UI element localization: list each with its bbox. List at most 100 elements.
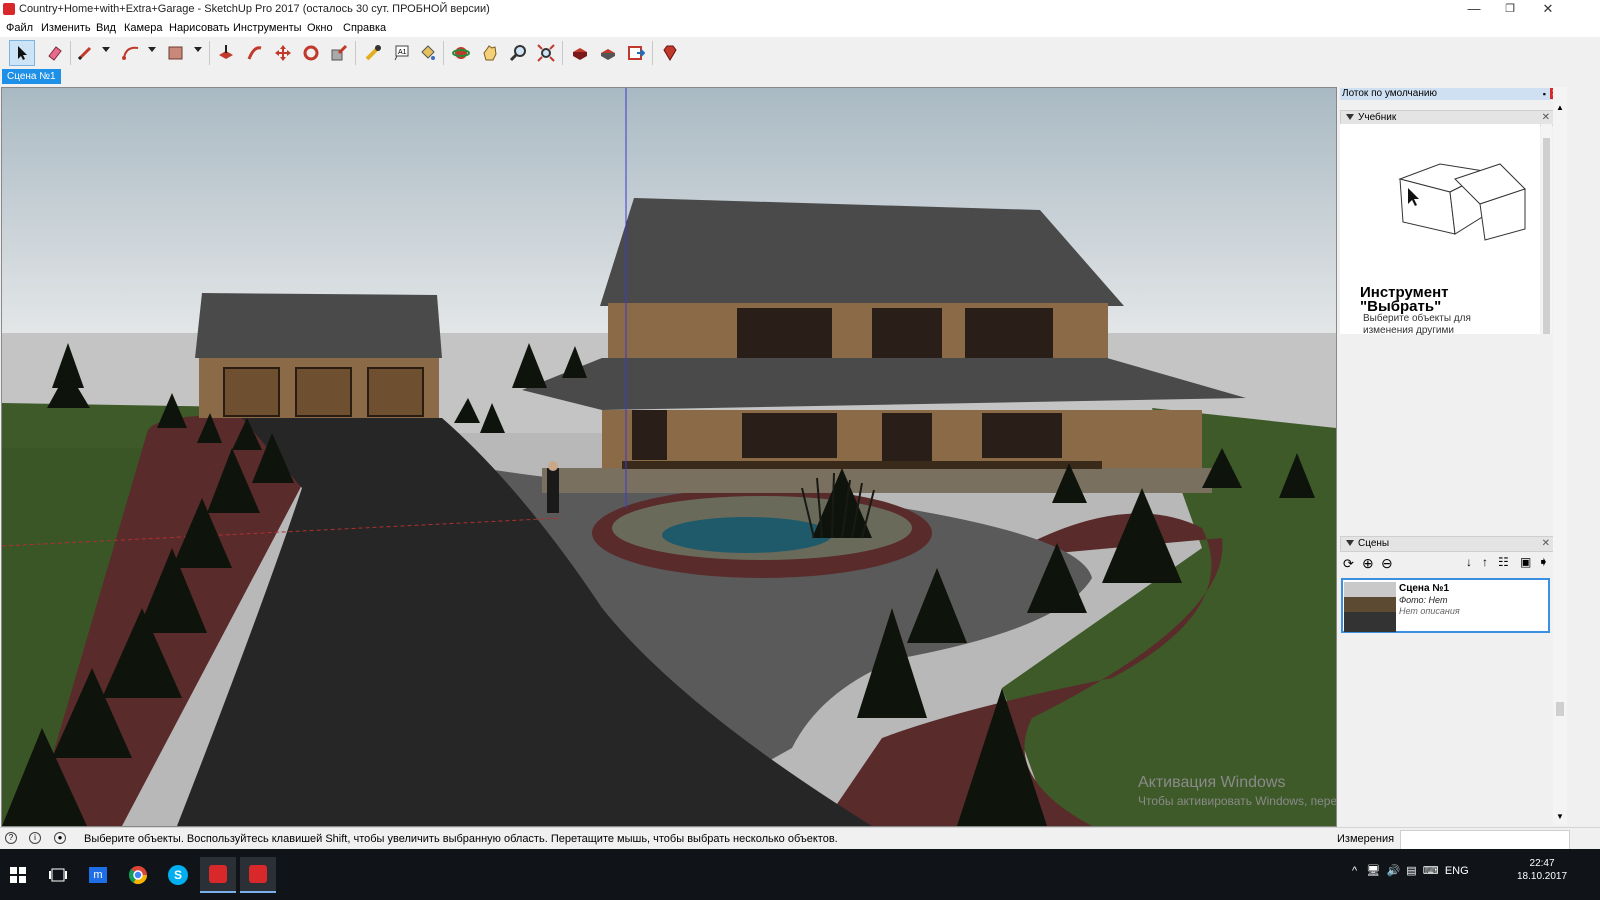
collapse-triangle-icon [1346,539,1354,546]
windows-start-icon[interactable] [0,857,36,893]
scroll-thumb[interactable] [1556,702,1564,716]
instructor-close-icon[interactable]: ✕ [1542,111,1550,125]
model-viewport[interactable]: Активация Windows Чтобы активировать Win… [1,87,1337,827]
sketchup-taskbar-icon[interactable] [200,857,236,893]
move-icon[interactable] [271,41,295,65]
orbit-icon[interactable] [449,41,473,65]
credits-icon[interactable]: i [29,832,41,844]
menu-tools[interactable]: Инструменты [233,22,302,34]
language-indicator[interactable]: ENG [1445,865,1469,877]
scene-thumbnail [1344,582,1396,632]
store-app-icon[interactable]: m [80,857,116,893]
select-tool-illustration [1398,163,1526,241]
pencil-line-icon[interactable] [73,41,97,65]
ruby-icon[interactable] [658,41,682,65]
user-account-icon[interactable]: ● [54,832,66,844]
menu-help[interactable]: Справка [343,22,386,34]
scenes-toolbar: ⟳ ⊕ ⊖ ↓ ↑ ☷ ▣ ➧ [1340,553,1552,573]
measurements-input[interactable] [1400,830,1570,850]
tray-title: Лоток по умолчанию [1342,88,1437,99]
system-tray: ^ 🖥 🔊 ▤ ⌨ ENG [1352,864,1469,877]
collapse-triangle-icon [1346,113,1354,120]
scene-name: Сцена №1 [1399,583,1450,594]
restore-button[interactable]: ❐ [1492,0,1528,20]
scroll-up-icon[interactable]: ▲ [1556,103,1564,112]
view-options-icon[interactable]: ☷ [1498,555,1509,569]
instructor-tool-title: Инструмент "Выбрать" [1360,284,1449,315]
move-scene-down-icon[interactable]: ↓ [1466,555,1472,569]
remove-scene-icon[interactable]: ⊖ [1381,555,1393,572]
shape-dropdown-icon[interactable] [194,47,202,52]
keyboard-icon[interactable]: ⌨ [1423,865,1439,877]
scene-photo-info: Фото: Нет [1399,595,1448,605]
scene-description: Нет описания [1399,606,1460,616]
scene-list-item[interactable]: Сцена №1 Фото: Нет Нет описания [1341,578,1550,633]
geo-location-icon[interactable]: ? [5,832,17,844]
scale-icon[interactable] [327,41,351,65]
menu-file[interactable]: Файл [6,22,33,34]
sketchup-taskbar-icon-2[interactable] [240,857,276,893]
volume-icon[interactable]: 🔊 [1386,865,1400,877]
line-dropdown-icon[interactable] [102,47,110,52]
move-scene-up-icon[interactable]: ↑ [1482,555,1488,569]
network-icon[interactable]: 🖥 [1366,865,1380,877]
zoom-extents-icon[interactable] [534,41,558,65]
instructor-scrollbar[interactable] [1541,124,1552,334]
tray-title-bar: Лоток по умолчанию ▪ ✕ [1340,88,1560,100]
menu-camera[interactable]: Камера [124,22,162,34]
pan-icon[interactable] [478,41,502,65]
status-hint-text: Выберите объекты. Воспользуйтесь клавише… [84,833,838,845]
menu-view[interactable]: Вид [96,22,116,34]
measurements-label: Измерения [1337,833,1395,845]
paint-bucket-icon[interactable] [416,41,440,65]
tray-scrollbar[interactable]: ▲ ▼ [1553,87,1567,825]
watermark-subtitle: Чтобы активировать Windows, перейдите в … [1138,794,1337,808]
arc-dropdown-icon[interactable] [148,47,156,52]
scroll-down-icon[interactable]: ▼ [1556,812,1564,821]
menu-edit[interactable]: Изменить [41,22,91,34]
task-view-icon[interactable] [40,857,76,893]
close-button[interactable]: ✕ [1530,0,1566,20]
select-icon[interactable] [9,40,35,66]
eraser-icon[interactable] [43,41,67,65]
3d-warehouse-icon[interactable] [568,41,592,65]
main-toolbar: A1 [0,37,1600,69]
text-icon[interactable]: A1 [390,41,414,65]
chrome-icon[interactable] [120,857,156,893]
follow-me-icon[interactable] [243,41,267,65]
instructor-panel: Инструмент "Выбрать" Выберите объекты дл… [1340,124,1540,336]
clock[interactable]: 22:47 18.10.2017 [1517,857,1567,883]
update-scene-icon[interactable]: ⟳ [1343,556,1354,572]
window-title: Country+Home+with+Extra+Garage - SketchU… [19,3,490,15]
layout-icon[interactable] [624,41,648,65]
scene-tabs: Сцена №1 [0,69,1337,87]
show-hidden-icon[interactable]: ^ [1352,865,1357,877]
add-scene-icon[interactable]: ⊕ [1362,555,1374,572]
show-details-icon[interactable]: ➧ [1538,554,1549,570]
sketchup-app-icon [3,3,15,15]
menu-draw[interactable]: Нарисовать [169,22,229,34]
windows-taskbar: m S ^ 🖥 🔊 ▤ ⌨ ENG 22:47 18.10.2017 [0,849,1600,900]
extension-warehouse-icon[interactable] [596,41,620,65]
menu-bar: Файл Изменить Вид Камера Нарисовать Инст… [0,20,1600,37]
skype-icon[interactable]: S [160,857,196,893]
instructor-panel-label: Учебник [1358,112,1397,123]
thumbnail-icon[interactable]: ▣ [1520,555,1531,569]
svg-text:A1: A1 [398,49,407,56]
status-bar: ? i ● Выберите объекты. Воспользуйтесь к… [0,827,1600,850]
rectangle-icon[interactable] [164,41,188,65]
action-center-icon[interactable]: ▤ [1406,865,1416,877]
arc-icon[interactable] [119,41,143,65]
scenes-panel-header[interactable]: Сцены ✕ [1340,536,1554,552]
pin-icon[interactable]: ▪ [1543,88,1546,100]
push-pull-icon[interactable] [214,41,238,65]
menu-window[interactable]: Окно [307,22,333,34]
scene-render [2,88,1336,826]
scenes-close-icon[interactable]: ✕ [1542,537,1550,551]
zoom-icon[interactable] [506,41,530,65]
rotate-icon[interactable] [299,41,323,65]
scene-tab-1[interactable]: Сцена №1 [2,69,61,84]
instructor-scroll-thumb[interactable] [1543,138,1550,334]
tape-measure-icon[interactable] [361,41,385,65]
minimize-button[interactable]: — [1456,0,1492,20]
